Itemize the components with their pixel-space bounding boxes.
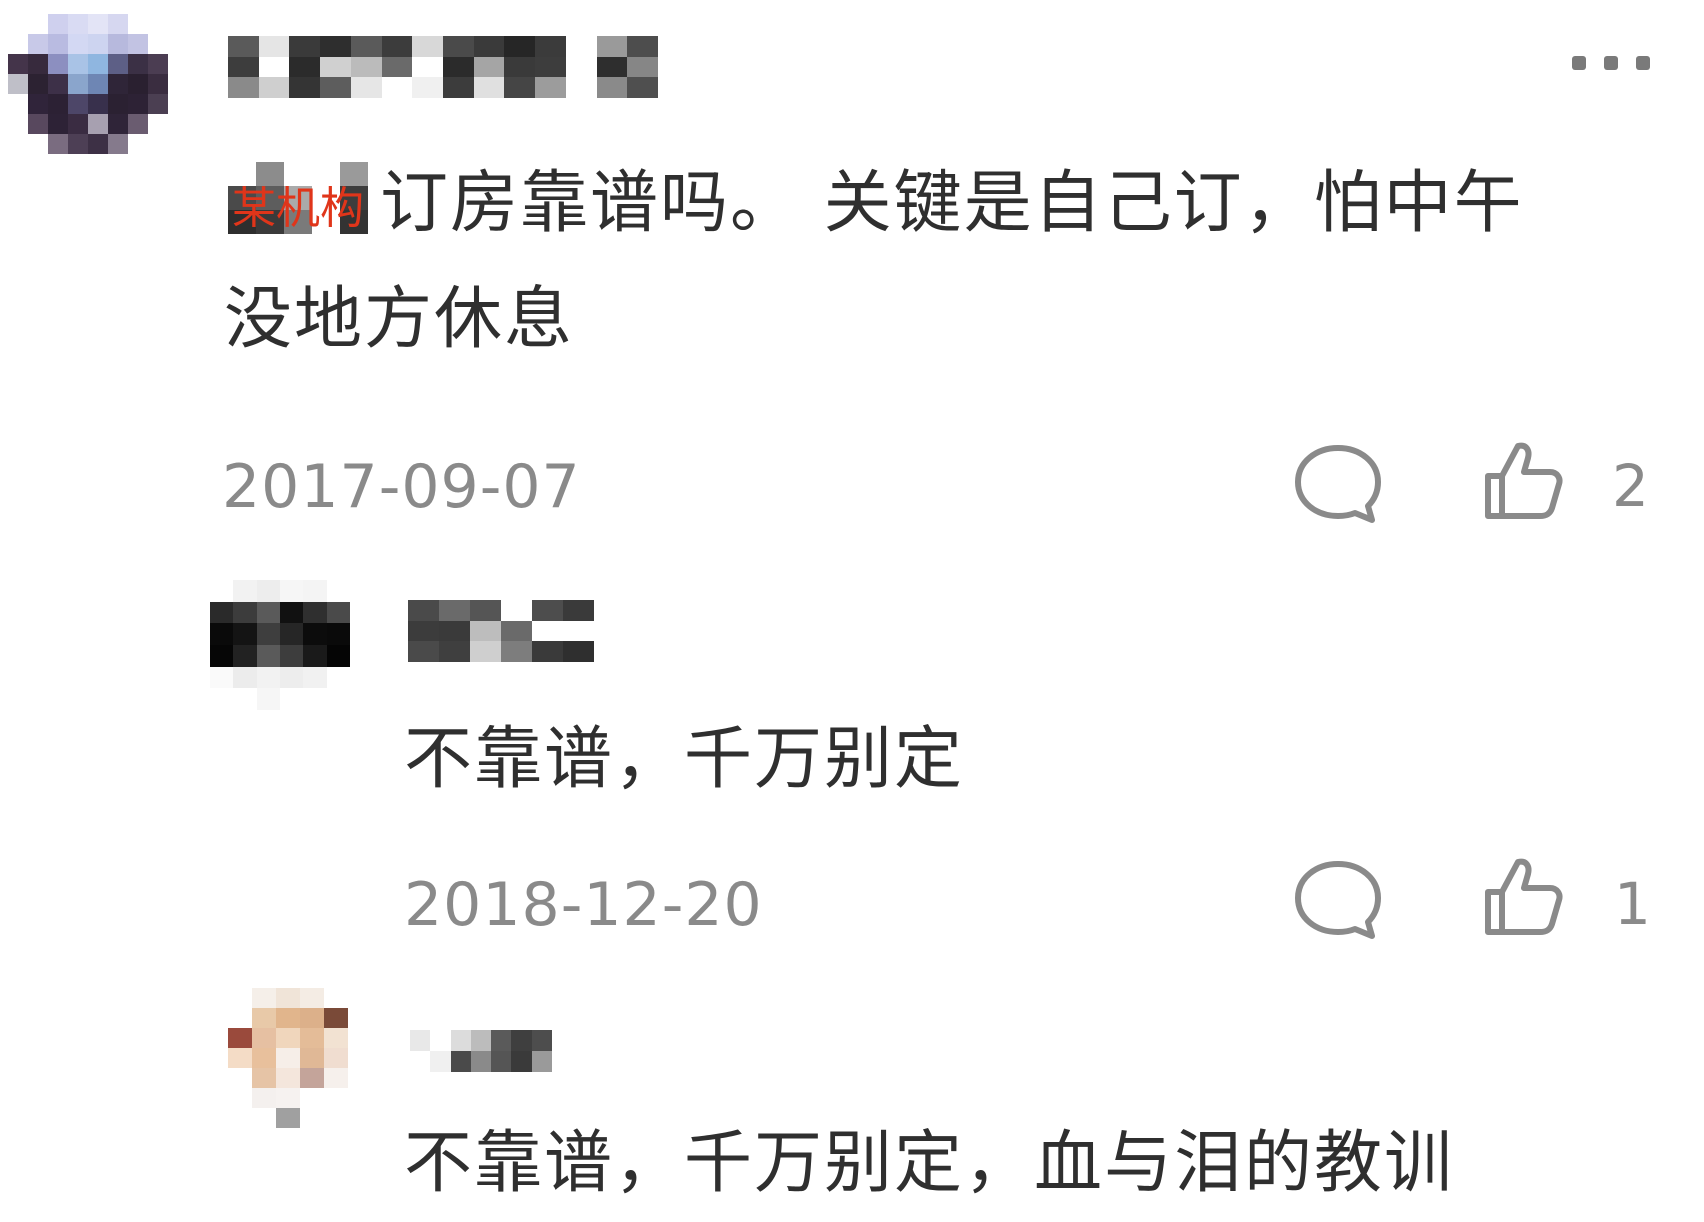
reply-icon[interactable] — [1292, 858, 1384, 942]
like-count: 2 — [1612, 452, 1649, 520]
thumbs-up-icon[interactable] — [1478, 852, 1566, 940]
reply-avatar[interactable] — [210, 580, 350, 710]
watermark-text: 某机构 — [232, 183, 364, 234]
reply-date: 2018-12-20 — [404, 870, 763, 940]
reply-text: 不靠谱，千万别定，血与泪的教训 — [404, 1124, 1455, 1203]
comment-text-line2: 没地方休息 — [224, 280, 575, 359]
reply-like-count: 1 — [1614, 870, 1651, 938]
reply-icon[interactable] — [1292, 442, 1384, 526]
thumbs-up-icon[interactable] — [1478, 436, 1566, 524]
comment-date: 2017-09-07 — [222, 452, 581, 522]
reply-username[interactable] — [410, 1030, 552, 1072]
reply-text: 不靠谱，千万别定 — [404, 720, 965, 799]
reply-username[interactable] — [408, 600, 594, 662]
reply-avatar[interactable] — [228, 988, 348, 1128]
more-icon[interactable] — [1572, 56, 1650, 70]
avatar[interactable] — [8, 14, 168, 154]
username[interactable] — [228, 36, 658, 98]
comment-text-line1: 订房靠谱吗。 关键是自己订，怕中午 — [380, 164, 1524, 243]
